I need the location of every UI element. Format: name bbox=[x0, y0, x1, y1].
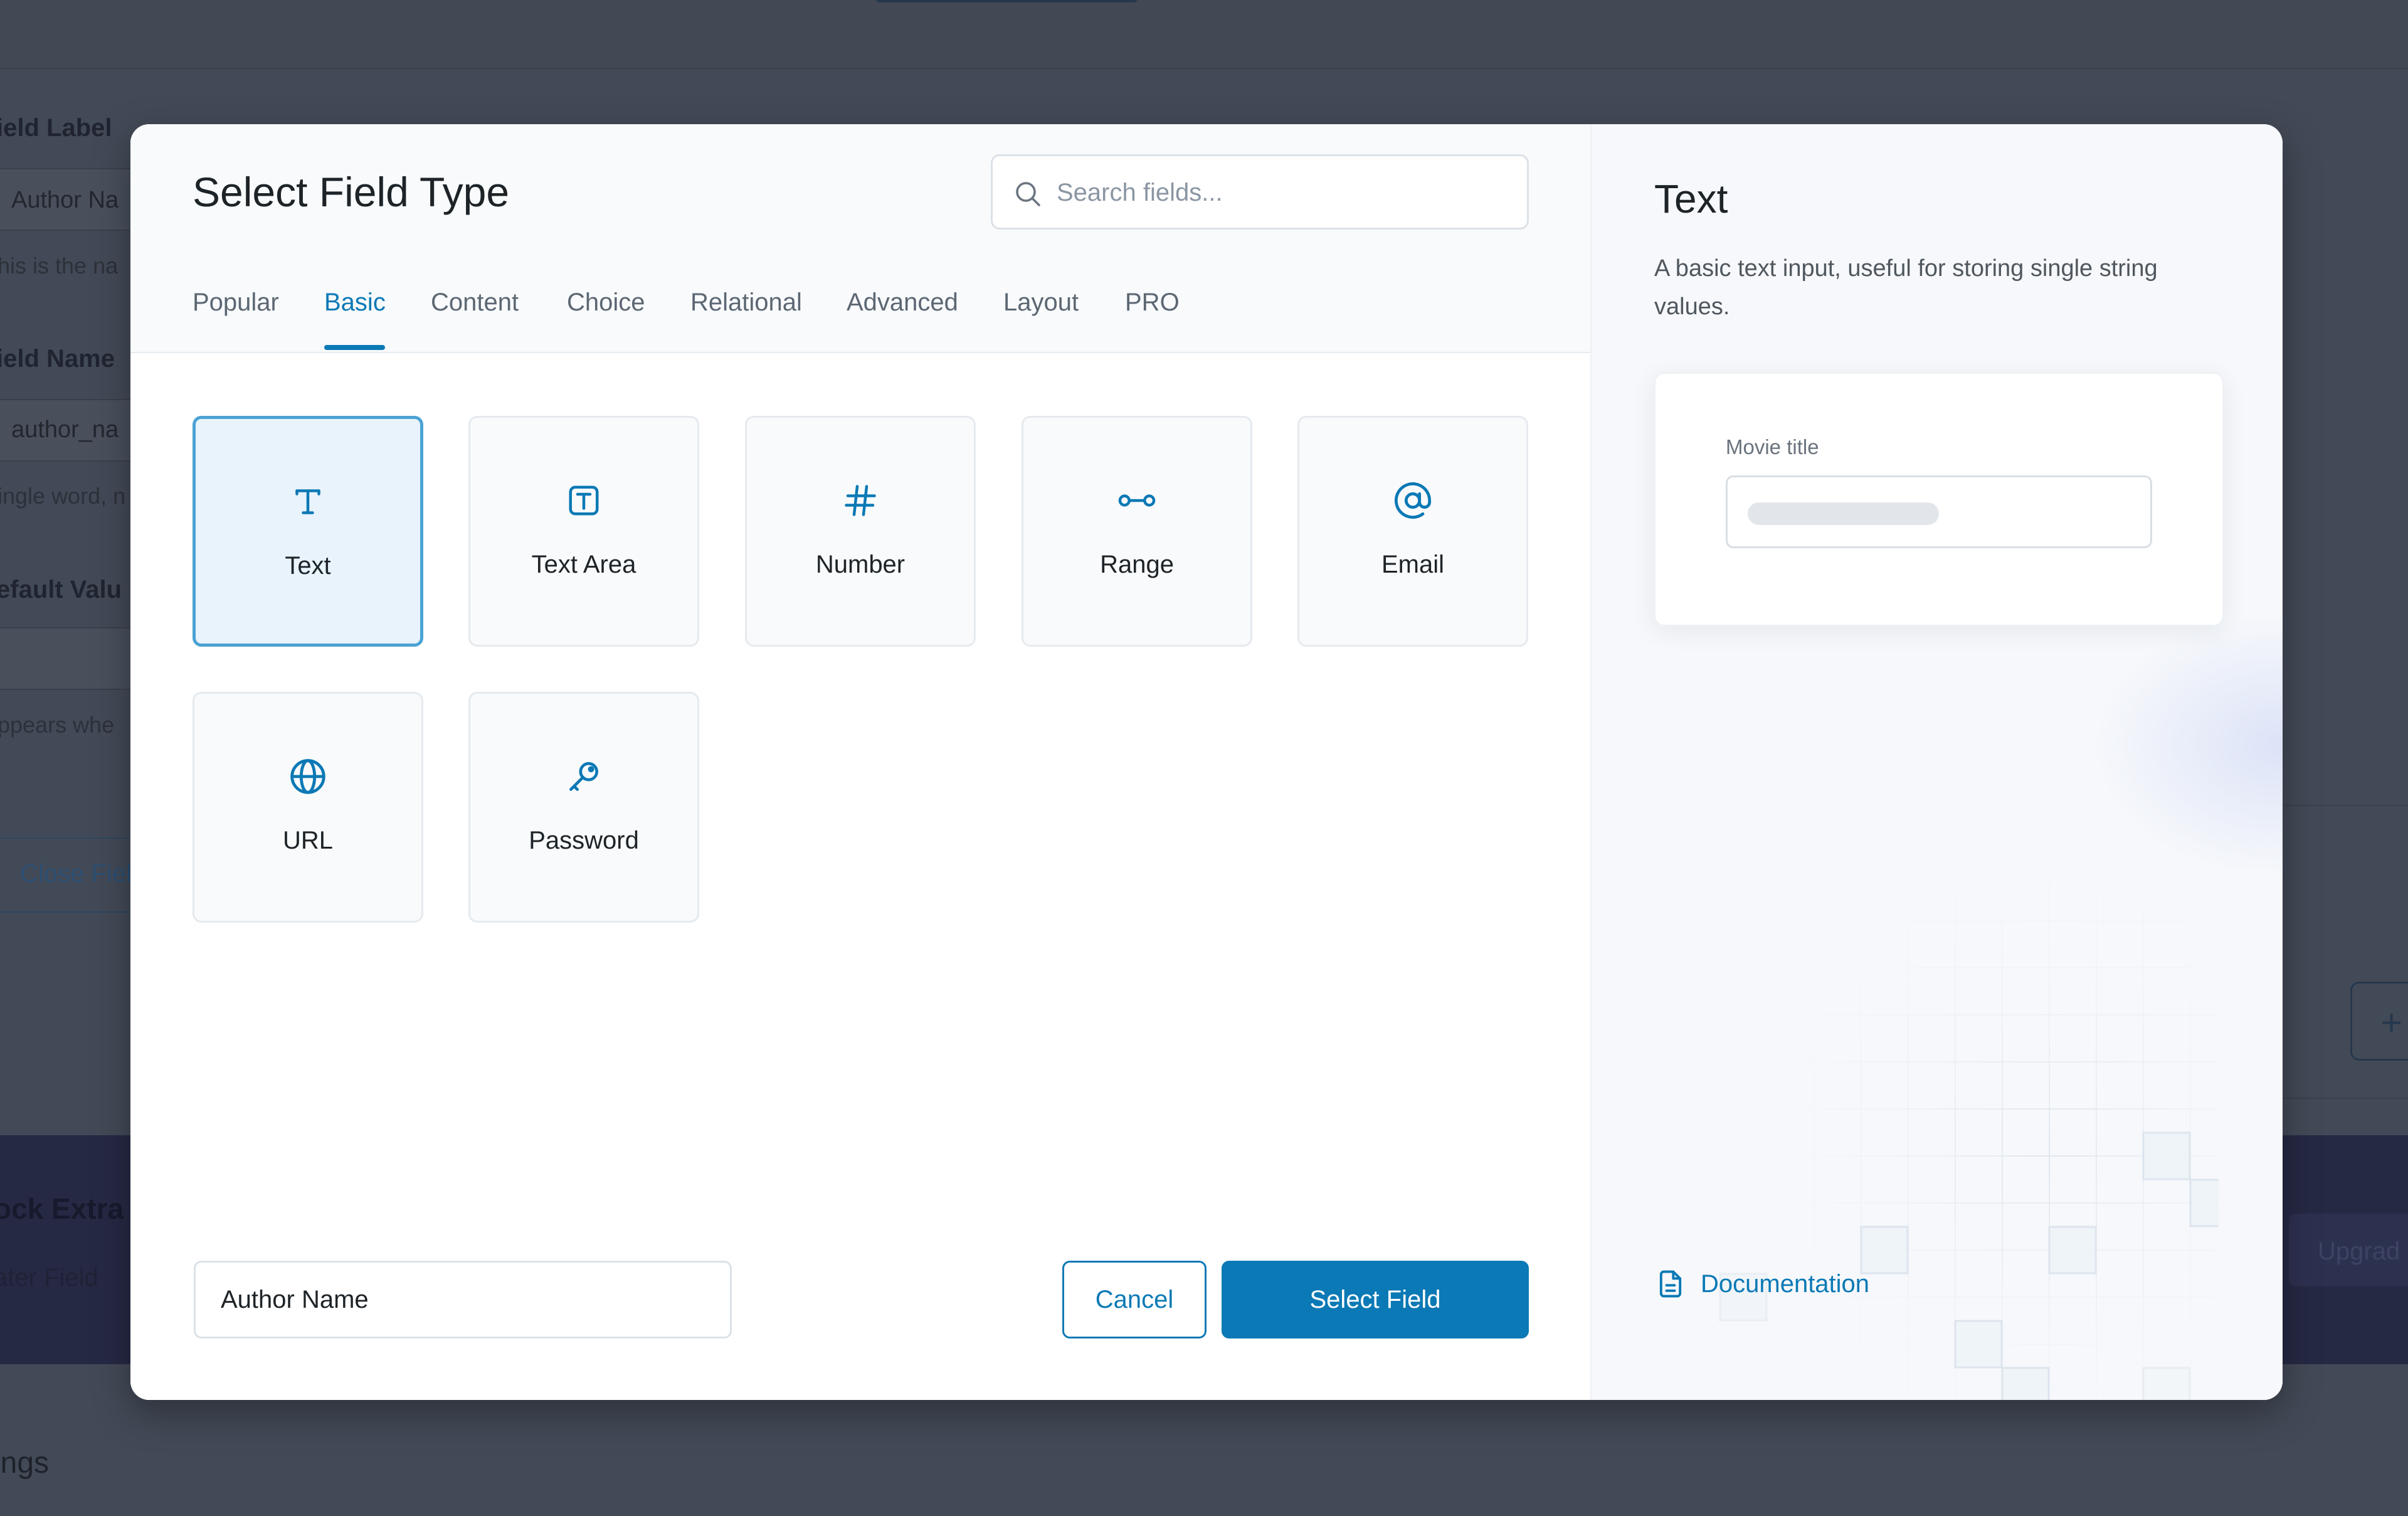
field-preview-panel: Text A basic text input, useful for stor… bbox=[1590, 124, 2283, 1400]
decorative-grid bbox=[1654, 820, 2219, 1400]
tab-pro[interactable]: PRO bbox=[1125, 289, 1180, 317]
bg-field-label-heading: ield Label bbox=[0, 114, 112, 142]
field-type-label: Password bbox=[529, 827, 639, 854]
hash-icon bbox=[845, 485, 876, 516]
tab-advanced[interactable]: Advanced bbox=[847, 289, 958, 317]
cancel-button[interactable]: Cancel bbox=[1062, 1261, 1207, 1338]
field-type-label: Number bbox=[815, 551, 906, 578]
background-toolbar bbox=[0, 0, 2408, 69]
tab-relational[interactable]: Relational bbox=[690, 289, 802, 317]
preview-sample-card: Movie title bbox=[1654, 373, 2224, 626]
bg-default-value-help: ppears whe bbox=[0, 712, 115, 738]
bg-settings-heading: ings bbox=[0, 1446, 50, 1480]
modal-header: Select Field Type Popular Basic Content … bbox=[130, 124, 1590, 353]
field-type-url[interactable]: URL bbox=[193, 692, 423, 923]
preview-sample-input bbox=[1726, 475, 2152, 548]
search-box[interactable] bbox=[991, 154, 1529, 230]
field-type-label: Text bbox=[285, 552, 331, 580]
field-type-label: URL bbox=[282, 827, 334, 854]
bg-field-label-help: his is the na bbox=[0, 253, 119, 278]
globe-icon bbox=[290, 759, 325, 794]
preview-sample-label: Movie title bbox=[1726, 435, 1819, 459]
bg-close-field-label: Close Fiel bbox=[20, 860, 132, 888]
bg-promo-subtitle: ater Field bbox=[0, 1264, 98, 1291]
bg-promo-title: ock Extra F bbox=[0, 1192, 149, 1225]
bg-default-value-heading: efault Valu bbox=[0, 576, 122, 603]
bg-field-name-value: author_na bbox=[11, 416, 119, 443]
tab-basic[interactable]: Basic bbox=[324, 289, 386, 317]
bg-field-name-heading: ield Name bbox=[0, 345, 115, 373]
bg-add-button: + bbox=[2350, 982, 2408, 1061]
bg-field-label-value: Author Na bbox=[11, 187, 119, 213]
key-icon bbox=[569, 762, 598, 791]
documentation-label: Documentation bbox=[1701, 1270, 1870, 1298]
select-field-button[interactable]: Select Field bbox=[1222, 1261, 1529, 1338]
bg-upgrade-button: Upgrad bbox=[2289, 1214, 2408, 1286]
documentation-link[interactable]: Documentation bbox=[1654, 1268, 1869, 1300]
tab-choice[interactable]: Choice bbox=[567, 289, 645, 317]
field-type-range[interactable]: Range bbox=[1022, 416, 1252, 647]
tab-content[interactable]: Content bbox=[431, 289, 519, 317]
bg-upgrade-label: Upgrad bbox=[2318, 1238, 2400, 1265]
tab-popular[interactable]: Popular bbox=[193, 289, 279, 317]
textarea-icon bbox=[569, 485, 599, 516]
select-field-type-modal: Select Field Type Popular Basic Content … bbox=[130, 124, 2283, 1400]
preview-description: A basic text input, useful for storing s… bbox=[1654, 255, 2158, 320]
search-input[interactable] bbox=[1055, 156, 1509, 229]
modal-title: Select Field Type bbox=[193, 169, 510, 215]
preview-placeholder-bar bbox=[1748, 502, 1939, 525]
field-type-text[interactable]: Text bbox=[193, 416, 423, 647]
plus-icon: + bbox=[2380, 1002, 2403, 1044]
field-picker-panel: Select Field Type Popular Basic Content … bbox=[130, 124, 1590, 1400]
field-type-label: Text Area bbox=[531, 551, 636, 578]
search-icon bbox=[1016, 182, 1040, 206]
active-tab-indicator bbox=[324, 345, 385, 350]
field-type-label: Email bbox=[1381, 551, 1445, 578]
field-type-number[interactable]: Number bbox=[745, 416, 976, 647]
field-type-password[interactable]: Password bbox=[468, 692, 699, 923]
document-icon bbox=[1659, 1270, 1682, 1298]
bg-close-field-button: Close Fiel bbox=[0, 837, 147, 913]
bg-field-name-help: ingle word, n bbox=[0, 483, 126, 509]
field-type-email[interactable]: Email bbox=[1297, 416, 1528, 647]
tab-layout[interactable]: Layout bbox=[1003, 289, 1079, 317]
range-icon bbox=[1118, 494, 1156, 507]
field-label-input[interactable] bbox=[194, 1261, 732, 1338]
at-icon bbox=[1394, 482, 1432, 519]
preview-title: Text bbox=[1654, 176, 1728, 221]
bg-default-value-input bbox=[0, 627, 147, 690]
text-icon bbox=[295, 489, 320, 514]
field-type-label: Range bbox=[1100, 551, 1174, 578]
background-toolbar-button bbox=[875, 0, 1138, 3]
field-type-text-area[interactable]: Text Area bbox=[468, 416, 699, 647]
